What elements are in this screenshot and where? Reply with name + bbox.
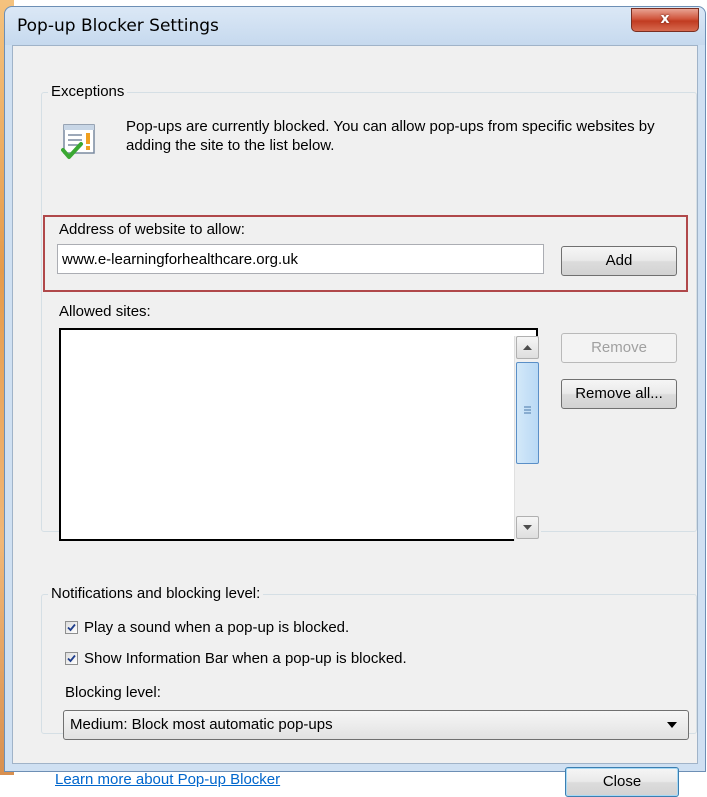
info-bar-checkbox[interactable] — [65, 652, 78, 665]
close-button-label: Close — [602, 773, 642, 790]
remove-button-label: Remove — [591, 339, 647, 356]
scroll-up-arrow-icon[interactable] — [516, 336, 539, 359]
allowed-sites-scrollbar[interactable] — [514, 336, 541, 541]
play-sound-label: Play a sound when a pop-up is blocked. — [84, 619, 350, 636]
add-button-label: Add — [605, 252, 633, 269]
exceptions-legend: Exceptions — [48, 83, 128, 100]
play-sound-checkbox[interactable] — [65, 621, 78, 634]
title-bar[interactable]: Pop-up Blocker Settings x — [5, 7, 705, 45]
allowed-sites-list[interactable] — [59, 328, 538, 541]
address-label: Address of website to allow: — [59, 221, 245, 238]
allowed-sites-label: Allowed sites: — [59, 303, 151, 320]
remove-all-button[interactable]: Remove all... — [561, 379, 677, 409]
scroll-thumb[interactable] — [516, 362, 539, 464]
dialog-client-area: Exceptions Pop-ups are currently blocked… — [12, 45, 698, 797]
info-bar-option[interactable]: Show Information Bar when a pop-up is bl… — [65, 650, 407, 667]
scroll-down-arrow-icon[interactable] — [516, 516, 539, 539]
close-button[interactable]: Close — [565, 767, 679, 797]
play-sound-option[interactable]: Play a sound when a pop-up is blocked. — [65, 619, 349, 636]
dropdown-arrow-icon — [667, 722, 677, 728]
remove-all-button-label: Remove all... — [575, 385, 663, 402]
window-title: Pop-up Blocker Settings — [17, 16, 219, 36]
notifications-legend: Notifications and blocking level: — [48, 585, 264, 602]
close-x-icon: x — [660, 11, 670, 27]
dialog-window: Pop-up Blocker Settings x Exceptions Pop… — [4, 6, 706, 797]
popup-blocked-icon — [61, 124, 95, 159]
close-window-button[interactable]: x — [631, 8, 699, 32]
exceptions-info-text: Pop-ups are currently blocked. You can a… — [126, 118, 655, 154]
learn-more-link[interactable]: Learn more about Pop-up Blocker — [55, 771, 280, 788]
blocking-level-label: Blocking level: — [65, 684, 161, 701]
blocking-level-select[interactable]: Medium: Block most automatic pop-ups — [63, 710, 689, 740]
info-bar-label: Show Information Bar when a pop-up is bl… — [84, 650, 407, 667]
remove-button[interactable]: Remove — [561, 333, 677, 363]
add-button[interactable]: Add — [561, 246, 677, 276]
blocking-level-value: Medium: Block most automatic pop-ups — [70, 716, 333, 733]
address-input[interactable] — [57, 244, 544, 274]
